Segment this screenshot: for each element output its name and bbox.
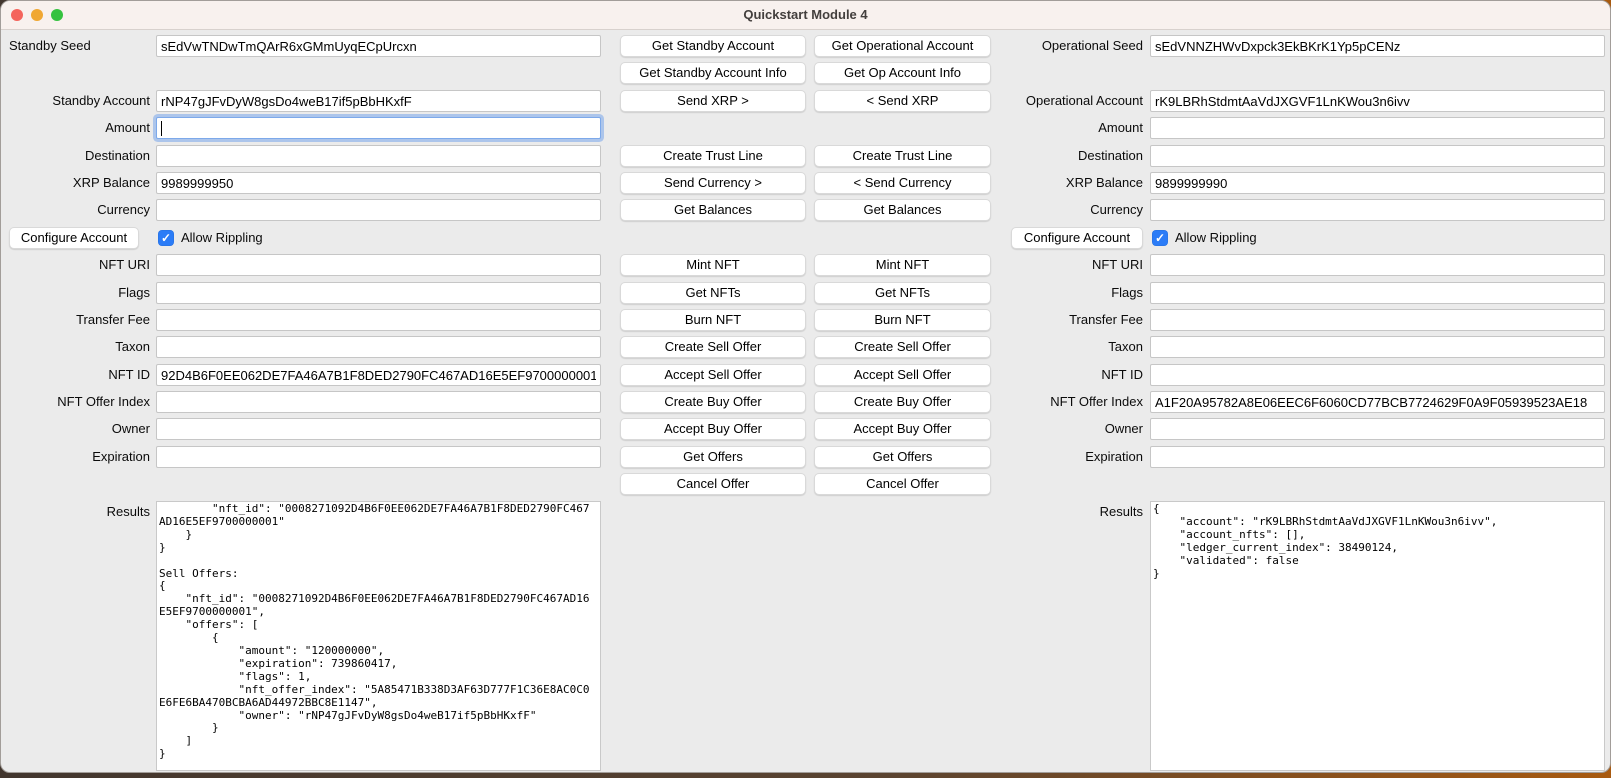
get-op-account-info-button[interactable]: Get Op Account Info (814, 62, 991, 84)
standby-send-xrp-button[interactable]: Send XRP > (620, 90, 806, 112)
standby-account-input[interactable] (156, 90, 601, 112)
standby-account-label: Standby Account (1, 90, 150, 112)
zoom-button[interactable] (51, 9, 63, 21)
standby-mint-nft-button[interactable]: Mint NFT (620, 254, 806, 276)
standby-results-label: Results (1, 501, 150, 523)
standby-send-currency-button[interactable]: Send Currency > (620, 172, 806, 194)
operational-nft-uri-input[interactable] (1150, 254, 1605, 276)
operational-flags-label: Flags (961, 282, 1143, 304)
operational-currency-input[interactable] (1150, 199, 1605, 221)
standby-nft-id-label: NFT ID (1, 364, 150, 386)
operational-amount-input[interactable] (1150, 117, 1605, 139)
text-cursor (161, 121, 162, 136)
standby-taxon-label: Taxon (1, 336, 150, 358)
operational-nft-offer-index-label: NFT Offer Index (961, 391, 1143, 413)
standby-taxon-input[interactable] (156, 336, 601, 358)
operational-nft-offer-index-input[interactable] (1150, 391, 1605, 413)
operational-expiration-input[interactable] (1150, 446, 1605, 468)
operational-taxon-input[interactable] (1150, 336, 1605, 358)
operational-allow-rippling-label: Allow Rippling (1175, 227, 1257, 249)
operational-account-input[interactable] (1150, 90, 1605, 112)
standby-configure-account-button[interactable]: Configure Account (9, 227, 139, 249)
standby-seed-input[interactable] (156, 35, 601, 57)
operational-seed-input[interactable] (1150, 35, 1605, 57)
operational-nft-id-input[interactable] (1150, 364, 1605, 386)
checkmark-icon: ✓ (161, 231, 171, 245)
standby-nft-id-input[interactable] (156, 364, 601, 386)
standby-flags-label: Flags (1, 282, 150, 304)
minimize-button[interactable] (31, 9, 43, 21)
checkmark-icon: ✓ (1155, 231, 1165, 245)
get-standby-account-button[interactable]: Get Standby Account (620, 35, 806, 57)
operational-allow-rippling-checkbox[interactable]: ✓ (1152, 230, 1168, 246)
standby-create-sell-offer-button[interactable]: Create Sell Offer (620, 336, 806, 358)
operational-owner-label: Owner (961, 418, 1143, 440)
operational-taxon-label: Taxon (961, 336, 1143, 358)
standby-create-trust-line-button[interactable]: Create Trust Line (620, 145, 806, 167)
standby-nft-uri-input[interactable] (156, 254, 601, 276)
standby-transfer-fee-input[interactable] (156, 309, 601, 331)
operational-nft-uri-label: NFT URI (961, 254, 1143, 276)
get-standby-account-info-button[interactable]: Get Standby Account Info (620, 62, 806, 84)
operational-currency-label: Currency (961, 199, 1143, 221)
operational-transfer-fee-label: Transfer Fee (961, 309, 1143, 331)
operational-amount-label: Amount (961, 117, 1143, 139)
standby-expiration-input[interactable] (156, 446, 601, 468)
standby-nft-uri-label: NFT URI (1, 254, 150, 276)
operational-results-label: Results (961, 501, 1143, 523)
operational-owner-input[interactable] (1150, 418, 1605, 440)
operational-seed-label: Operational Seed (961, 35, 1143, 57)
operational-cancel-offer-button[interactable]: Cancel Offer (814, 473, 991, 495)
operational-nft-id-label: NFT ID (961, 364, 1143, 386)
title-bar: Quickstart Module 4 (1, 1, 1610, 30)
operational-results-text: { "account": "rK9LBRhStdmtAaVdJXGVF1LnKW… (1151, 502, 1604, 581)
standby-cancel-offer-button[interactable]: Cancel Offer (620, 473, 806, 495)
standby-accept-sell-offer-button[interactable]: Accept Sell Offer (620, 364, 806, 386)
operational-xrp-balance-input[interactable] (1150, 172, 1605, 194)
operational-destination-label: Destination (961, 145, 1143, 167)
standby-currency-label: Currency (1, 199, 150, 221)
standby-transfer-fee-label: Transfer Fee (1, 309, 150, 331)
standby-get-balances-button[interactable]: Get Balances (620, 199, 806, 221)
standby-amount-label: Amount (1, 117, 150, 139)
standby-results-text: "nft_id": "0008271092D4B6F0EE062DE7FA46A… (157, 502, 600, 762)
standby-burn-nft-button[interactable]: Burn NFT (620, 309, 806, 331)
standby-expiration-label: Expiration (1, 446, 150, 468)
standby-xrp-balance-label: XRP Balance (1, 172, 150, 194)
window-controls (11, 9, 63, 21)
operational-results-output[interactable]: { "account": "rK9LBRhStdmtAaVdJXGVF1LnKW… (1150, 501, 1605, 771)
standby-destination-input[interactable] (156, 145, 601, 167)
standby-create-buy-offer-button[interactable]: Create Buy Offer (620, 391, 806, 413)
standby-get-offers-button[interactable]: Get Offers (620, 446, 806, 468)
standby-flags-input[interactable] (156, 282, 601, 304)
window-title: Quickstart Module 4 (1, 1, 1610, 29)
operational-xrp-balance-label: XRP Balance (961, 172, 1143, 194)
operational-account-label: Operational Account (961, 90, 1143, 112)
operational-transfer-fee-input[interactable] (1150, 309, 1605, 331)
operational-configure-account-button[interactable]: Configure Account (1011, 227, 1143, 249)
operational-flags-input[interactable] (1150, 282, 1605, 304)
standby-nft-offer-index-label: NFT Offer Index (1, 391, 150, 413)
standby-currency-input[interactable] (156, 199, 601, 221)
standby-get-nfts-button[interactable]: Get NFTs (620, 282, 806, 304)
standby-owner-label: Owner (1, 418, 150, 440)
close-button[interactable] (11, 9, 23, 21)
operational-destination-input[interactable] (1150, 145, 1605, 167)
standby-nft-offer-index-input[interactable] (156, 391, 601, 413)
standby-owner-input[interactable] (156, 418, 601, 440)
standby-amount-input[interactable] (156, 117, 601, 139)
standby-seed-label: Standby Seed (9, 35, 91, 57)
standby-allow-rippling-checkbox[interactable]: ✓ (158, 230, 174, 246)
standby-allow-rippling-label: Allow Rippling (181, 227, 263, 249)
standby-destination-label: Destination (1, 145, 150, 167)
standby-xrp-balance-input[interactable] (156, 172, 601, 194)
standby-accept-buy-offer-button[interactable]: Accept Buy Offer (620, 418, 806, 440)
operational-expiration-label: Expiration (961, 446, 1143, 468)
app-window: Quickstart Module 4 Standby Seed Standby… (0, 0, 1611, 773)
standby-results-output[interactable]: "nft_id": "0008271092D4B6F0EE062DE7FA46A… (156, 501, 601, 771)
